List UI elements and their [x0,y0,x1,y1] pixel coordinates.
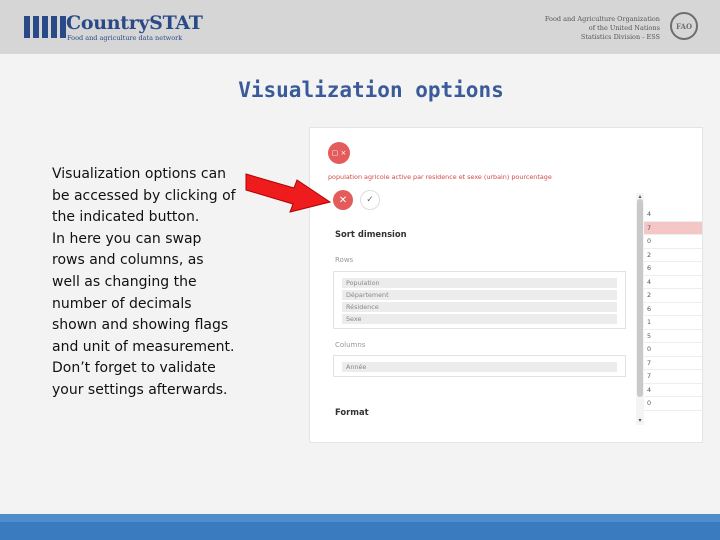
header-bar: CountrySTAT Food and agriculture data ne… [0,0,720,54]
scrollbar-thumb[interactable] [637,199,643,397]
table-cell: 0 [644,397,702,411]
table-cell: 0 [644,235,702,249]
fao-name: Food and Agriculture Organization of the… [545,15,660,42]
row-dimension-chip[interactable]: Sexe [342,314,617,324]
slide-title: Visualization options [238,78,504,102]
body-line: be accessed by clicking of [52,187,236,204]
table-cell: 6 [644,262,702,276]
fao-emblem-text: FAO [675,21,693,31]
sort-dimension-heading: Sort dimension [335,229,407,239]
columns-label: Columns [335,341,366,349]
body-line: Visualization options can [52,166,227,182]
row-dimension-chip[interactable]: Population [342,278,617,288]
fao-emblem-icon: FAO [670,12,698,40]
fao-line: Statistics Division - ESS [580,33,660,41]
close-icon: ▢ × [331,149,347,157]
rows-dropzone[interactable]: Population Département Résidence Sexe [333,271,626,329]
table-cell: 7 [644,357,702,370]
wrench-cross-icon: ✕ [338,194,348,206]
body-line: your settings afterwards. [52,381,228,398]
body-line: the indicated button. [52,209,200,226]
table-cell: 7 [644,370,702,384]
panel-title: population agricole active par residence… [328,173,552,181]
table-cell: 5 [644,330,702,343]
row-dimension-chip[interactable]: Résidence [342,302,617,312]
rows-label: Rows [335,256,354,264]
background-table-column: 4 7 0 2 6 4 2 6 1 5 0 7 7 4 0 [644,208,702,411]
body-line: rows and columns, as [52,252,204,269]
column-dimension-chip[interactable]: Année [342,362,617,372]
checkmark-icon: ✓ [366,195,374,205]
validate-button[interactable]: ✓ [360,190,380,210]
fao-line: of the United Nations [588,24,660,32]
slide-body-text: Visualization options can be accessed by… [52,164,267,402]
table-cell: 2 [644,289,702,303]
table-cell: 2 [644,249,702,262]
body-line: In here you can swap [52,230,202,247]
logo-subtitle: Food and agriculture data network [67,34,183,42]
table-cell: 1 [644,316,702,330]
table-cell: 4 [644,276,702,289]
scroll-down-icon[interactable]: ▾ [636,417,644,425]
body-line: and unit of measurement. [52,338,235,355]
logo-title: CountrySTAT [66,12,203,34]
pointer-arrow-icon [245,173,332,213]
table-cell: 6 [644,303,702,316]
table-cell: 4 [644,208,702,222]
body-line: number of decimals [52,295,192,312]
body-line: shown and showing flags [52,317,229,334]
body-line: Don’t forget to validate [52,360,216,377]
columns-dropzone[interactable]: Année [333,355,626,377]
footer-bar [0,514,720,540]
countrystat-logo-icon [24,16,66,38]
table-cell: 4 [644,384,702,397]
fao-line: Food and Agriculture Organization [544,15,660,23]
body-line: well as changing the [52,273,197,290]
visualization-options-button[interactable]: ✕ [333,190,353,210]
footer-highlight [0,514,720,522]
table-cell: 0 [644,343,702,357]
screenshot-panel: ▢ × population agricole active par resid… [310,128,702,442]
table-cell: 7 [644,221,702,235]
panel-scrollbar[interactable]: ▴ ▾ [636,193,644,425]
format-heading: Format [335,407,369,417]
row-dimension-chip[interactable]: Département [342,290,617,300]
